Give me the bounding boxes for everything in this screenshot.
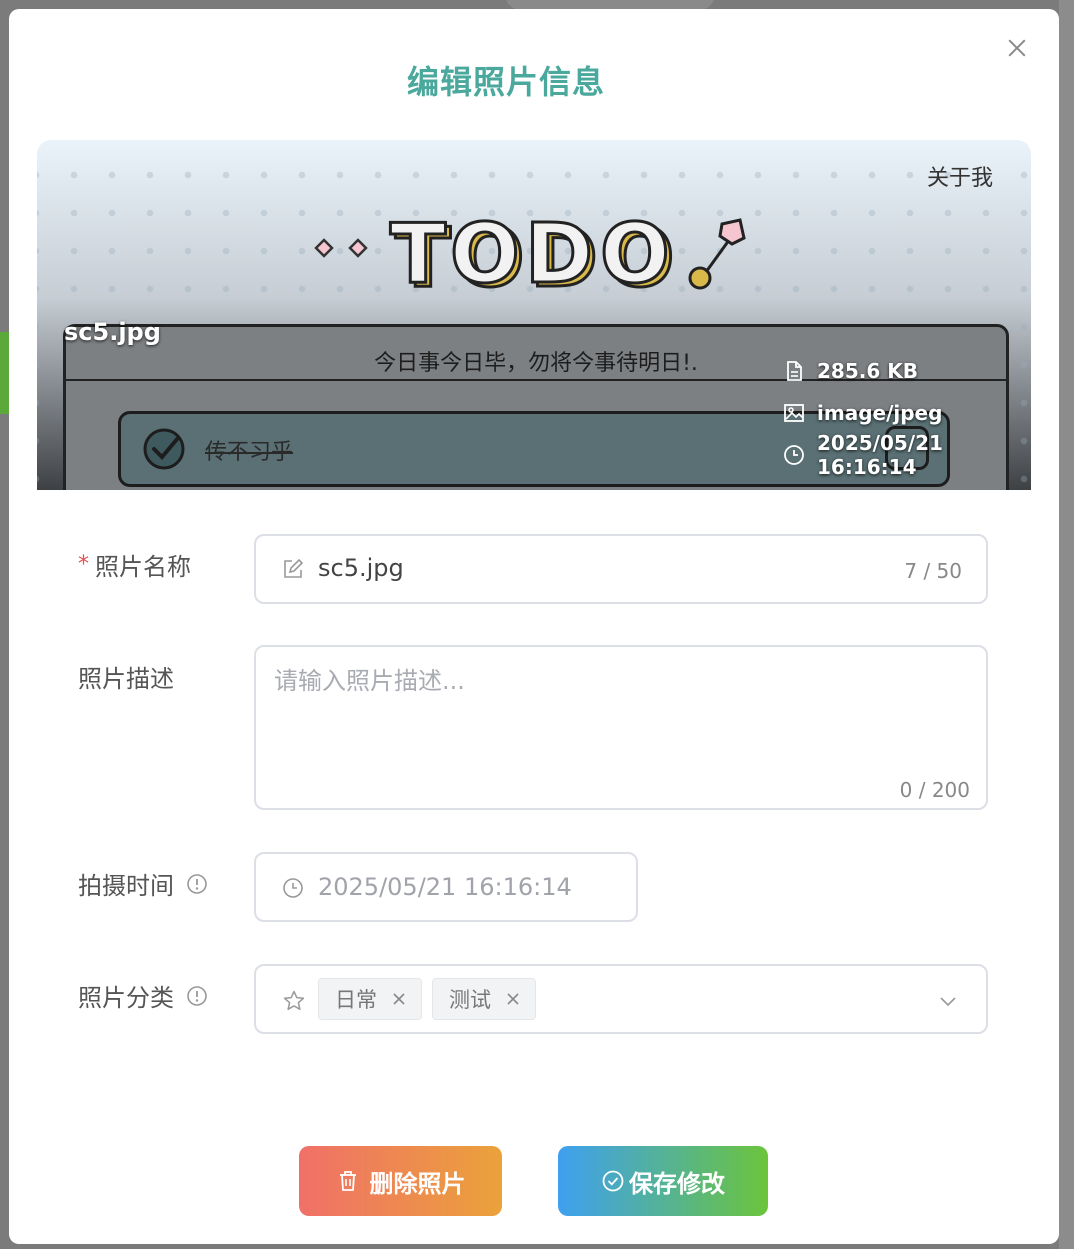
description-placeholder: 请输入照片描述... — [274, 667, 465, 695]
remove-tag-icon[interactable] — [505, 991, 521, 1007]
capture-time-label: 拍摄时间 — [78, 866, 208, 901]
category-tag: 测试 — [432, 978, 536, 1020]
category-tag-label: 日常 — [335, 988, 377, 1012]
edit-photo-dialog: 编辑照片信息 关于我 T T O O D D O O 今日事今日毕，勿将今事待明… — [9, 9, 1059, 1244]
preview-file-name: sc5.jpg — [64, 318, 161, 346]
meta-size: 285.6 KB — [817, 359, 918, 383]
meta-time: 2025/05/21 16:16:14 — [817, 431, 943, 479]
category-label: 照片分类 — [78, 978, 208, 1013]
meta-type: image/jpeg — [817, 401, 943, 425]
capture-time-picker[interactable]: 2025/05/21 16:16:14 — [254, 852, 638, 922]
info-icon[interactable] — [186, 873, 208, 895]
backdrop-edge — [1059, 0, 1074, 1249]
delete-photo-label: 删除照片 — [369, 1169, 466, 1198]
svg-text:O: O — [450, 207, 520, 302]
file-meta: 285.6 KB image/jpeg 2025/05/21 16:16:14 — [783, 350, 1031, 479]
save-changes-button[interactable]: 保存修改 — [558, 1146, 768, 1216]
remove-tag-icon[interactable] — [391, 991, 407, 1007]
photo-name-input[interactable]: sc5.jpg 7 / 50 — [254, 534, 988, 604]
image-icon — [784, 404, 804, 422]
description-textarea[interactable]: 请输入照片描述... 0 / 200 — [254, 645, 988, 810]
capture-time-label-text: 拍摄时间 — [78, 872, 174, 900]
svg-text:O: O — [600, 207, 670, 302]
about-link: 关于我 — [926, 166, 993, 191]
svg-text:T: T — [390, 207, 446, 302]
file-icon — [787, 361, 802, 381]
clock-icon — [283, 878, 303, 898]
name-counter: 7 / 50 — [904, 559, 962, 583]
edit-icon — [284, 558, 304, 578]
photo-preview: 关于我 T T O O D D O O 今日事今日毕，勿将今事待明日!. 传不习… — [37, 140, 1031, 490]
svg-text:D: D — [525, 207, 593, 302]
info-icon[interactable] — [186, 985, 208, 1007]
close-icon[interactable] — [1004, 35, 1030, 61]
dialog-title: 编辑照片信息 — [406, 63, 605, 101]
name-label: * 照片名称 — [78, 547, 191, 582]
name-label-text: 照片名称 — [95, 553, 191, 581]
backdrop-accent — [0, 332, 9, 414]
required-mark: * — [78, 552, 89, 577]
save-changes-label: 保存修改 — [629, 1169, 725, 1198]
category-tag: 日常 — [318, 978, 422, 1020]
description-label: 照片描述 — [78, 659, 174, 694]
meta-size-row: 285.6 KB — [783, 350, 1031, 392]
photo-name-value[interactable]: sc5.jpg — [318, 554, 404, 582]
description-counter: 0 / 200 — [899, 778, 970, 802]
star-icon — [283, 990, 305, 1011]
todo-logo: T T O O D D O O — [314, 206, 746, 302]
capture-time-value[interactable]: 2025/05/21 16:16:14 — [318, 873, 572, 901]
category-label-text: 照片分类 — [78, 984, 174, 1012]
meta-time-row: 2025/05/21 16:16:14 — [783, 431, 1031, 479]
trash-icon — [339, 1171, 356, 1191]
check-circle-icon — [602, 1170, 624, 1192]
meta-type-row: image/jpeg — [783, 392, 1031, 434]
description-label-text: 照片描述 — [78, 665, 174, 693]
category-select[interactable]: 日常 测试 — [254, 964, 988, 1034]
clock-icon — [784, 445, 804, 465]
category-tag-label: 测试 — [449, 988, 491, 1012]
check-circle-icon — [143, 428, 185, 470]
delete-photo-button[interactable]: 删除照片 — [299, 1146, 502, 1216]
todo-item-text: 传不习乎 — [205, 440, 294, 465]
chevron-down-icon[interactable] — [938, 991, 958, 1011]
